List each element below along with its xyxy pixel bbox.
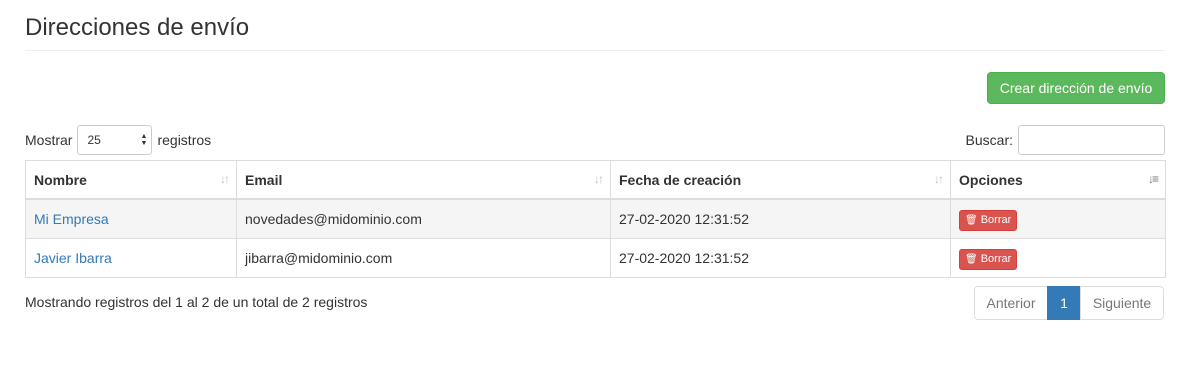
- length-suffix-label: registros: [157, 132, 212, 148]
- column-header-opciones[interactable]: Opciones ↓≡: [950, 160, 1166, 200]
- table-info: Mostrando registros del 1 al 2 de un tot…: [25, 294, 368, 310]
- delete-label: Borrar: [980, 214, 1012, 226]
- search-input[interactable]: [1018, 125, 1165, 155]
- sort-both-icon: ↓↑: [594, 172, 604, 186]
- column-header-nombre[interactable]: Nombre ↓↑: [25, 160, 237, 200]
- sort-both-icon: ↓↑: [934, 172, 944, 186]
- page: Direcciones de envío Crear dirección de …: [0, 0, 1199, 374]
- column-header-label: Email: [245, 171, 283, 188]
- trash-icon: 🗑: [965, 214, 978, 226]
- pagination-previous[interactable]: Anterior: [974, 286, 1048, 320]
- column-header-label: Nombre: [34, 171, 87, 188]
- email-cell: jibarra@midominio.com: [236, 238, 611, 278]
- email-cell: novedades@midominio.com: [236, 198, 611, 239]
- create-address-button[interactable]: Crear dirección de envío: [987, 72, 1165, 104]
- column-header-fecha[interactable]: Fecha de creación ↓↑: [610, 160, 951, 200]
- pagination-page-current[interactable]: 1: [1047, 286, 1081, 320]
- pagination: Anterior 1 Siguiente: [974, 286, 1164, 320]
- sort-descending-icon: ↓≡: [1147, 172, 1159, 186]
- page-length-select[interactable]: 25 ▲ ▼: [77, 125, 153, 155]
- pagination-next[interactable]: Siguiente: [1080, 286, 1164, 320]
- column-header-label: Opciones: [959, 171, 1023, 188]
- column-header-email[interactable]: Email ↓↑: [236, 160, 611, 200]
- name-cell: Javier Ibarra: [25, 238, 237, 278]
- created-cell: 27-02-2020 12:31:52: [610, 238, 951, 278]
- delete-button[interactable]: 🗑 Borrar: [959, 248, 1018, 270]
- name-link[interactable]: Mi Empresa: [34, 211, 109, 227]
- trash-icon: 🗑: [965, 253, 978, 265]
- options-cell: 🗑 Borrar: [950, 198, 1166, 239]
- search-control: Buscar:: [966, 125, 1165, 155]
- page-length-value: 25: [87, 133, 101, 147]
- column-header-label: Fecha de creación: [619, 171, 742, 188]
- options-cell: 🗑 Borrar: [950, 238, 1166, 278]
- delete-button[interactable]: 🗑 Borrar: [959, 209, 1018, 231]
- created-cell: 27-02-2020 12:31:52: [610, 198, 951, 239]
- table-header-row: Nombre ↓↑ Email ↓↑ Fecha de creación ↓↑ …: [25, 160, 1166, 200]
- sort-both-icon: ↓↑: [220, 172, 230, 186]
- title-divider: [25, 50, 1165, 51]
- table-row: Mi Empresa novedades@midominio.com 27-02…: [25, 198, 1166, 239]
- select-arrows-icon: ▲ ▼: [140, 133, 148, 147]
- addresses-table: Nombre ↓↑ Email ↓↑ Fecha de creación ↓↑ …: [25, 160, 1166, 278]
- table-row: Javier Ibarra jibarra@midominio.com 27-0…: [25, 238, 1166, 278]
- delete-label: Borrar: [980, 253, 1012, 265]
- search-label: Buscar:: [965, 132, 1013, 148]
- page-length-control: Mostrar 25 ▲ ▼ registros: [25, 125, 211, 155]
- length-prefix-label: Mostrar: [25, 132, 73, 148]
- name-cell: Mi Empresa: [25, 198, 237, 239]
- name-link[interactable]: Javier Ibarra: [34, 250, 112, 266]
- page-title: Direcciones de envío: [25, 14, 250, 41]
